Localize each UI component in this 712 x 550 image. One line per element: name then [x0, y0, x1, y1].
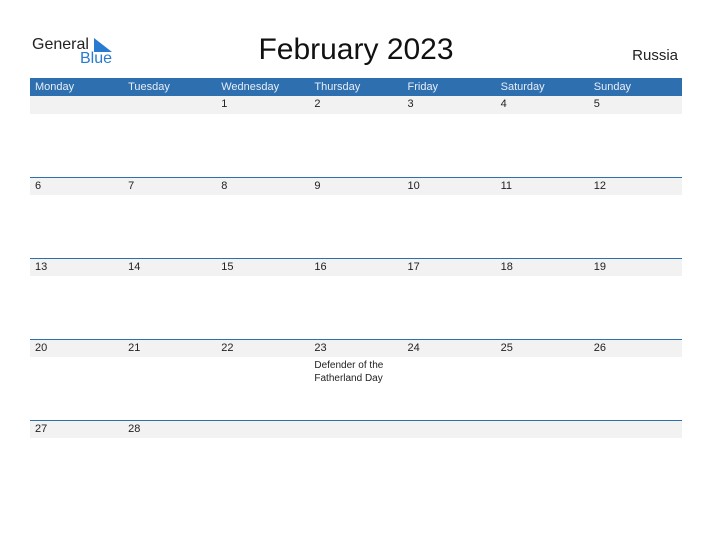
holiday-note — [403, 195, 496, 197]
day-notes-row — [30, 276, 682, 278]
day-notes-row — [30, 195, 682, 197]
day-number: 9 — [314, 180, 321, 192]
holiday-note — [123, 195, 216, 197]
day-number — [309, 421, 402, 438]
day-number: 4 — [500, 98, 507, 110]
day-number: 1 — [221, 98, 228, 110]
day-number: 6 — [35, 180, 42, 192]
day-number-bar: 1 2 3 4 5 — [30, 96, 682, 114]
day-number: 17 — [407, 261, 420, 273]
day-notes-row — [30, 114, 682, 116]
holiday-note — [216, 276, 309, 278]
day-number: 3 — [407, 98, 414, 110]
weekday-saturday: Saturday — [500, 81, 545, 93]
holiday-note — [309, 114, 402, 116]
day-number — [589, 421, 682, 438]
day-number: 7 — [128, 180, 135, 192]
holiday-note — [496, 195, 589, 197]
day-number-bar: 20 21 22 23 24 25 26 — [30, 339, 682, 357]
day-number: 2 — [314, 98, 321, 110]
week-row: 20 21 22 23 24 25 26 Defender of the Fatherland… — [30, 339, 682, 385]
week-row: 1 2 3 4 5 — [30, 96, 682, 116]
day-number: 11 — [500, 180, 513, 192]
page-title: February 2023 — [258, 33, 454, 66]
holiday-note — [589, 438, 682, 440]
day-notes-row: Defender of the Fatherland Day — [30, 357, 682, 385]
holiday-note — [30, 114, 123, 116]
holiday-note — [496, 114, 589, 116]
day-number: 22 — [221, 342, 234, 354]
holiday-note — [403, 276, 496, 278]
holiday-note — [589, 195, 682, 197]
day-number: 10 — [407, 180, 420, 192]
day-number: 24 — [407, 342, 420, 354]
day-number: 27 — [35, 423, 48, 435]
day-number — [403, 421, 496, 438]
holiday-note — [496, 438, 589, 440]
holiday-note — [589, 114, 682, 116]
holiday-note — [309, 438, 402, 440]
holiday-note — [30, 438, 123, 440]
holiday-note — [589, 276, 682, 278]
day-number — [30, 96, 123, 114]
weekday-wednesday: Wednesday — [221, 81, 280, 93]
holiday-note — [403, 114, 496, 116]
weekday-thursday: Thursday — [314, 81, 361, 93]
holiday-note — [216, 438, 309, 440]
day-number-bar: 27 28 — [30, 420, 682, 438]
week-row: 6 7 8 9 10 11 12 — [30, 177, 682, 197]
day-number: 13 — [35, 261, 48, 273]
day-number: 19 — [593, 261, 606, 273]
day-number: 25 — [500, 342, 513, 354]
day-number: 23 — [314, 342, 327, 354]
holiday-note — [216, 114, 309, 116]
day-number: 5 — [593, 98, 600, 110]
holiday-note — [30, 195, 123, 197]
holiday-note — [216, 195, 309, 197]
day-notes-row — [30, 438, 682, 440]
week-row: 27 28 — [30, 420, 682, 440]
day-number: 18 — [500, 261, 513, 273]
day-number: 16 — [314, 261, 327, 273]
day-number: 12 — [593, 180, 606, 192]
holiday-note — [403, 357, 496, 385]
day-number-bar: 6 7 8 9 10 11 12 — [30, 177, 682, 195]
day-number: 20 — [35, 342, 48, 354]
holiday-note — [216, 357, 309, 385]
holiday-note — [123, 114, 216, 116]
day-number — [123, 96, 216, 114]
day-number — [216, 421, 309, 438]
week-row: 13 14 15 16 17 18 19 — [30, 258, 682, 278]
day-number — [496, 421, 589, 438]
day-number: 14 — [128, 261, 141, 273]
country-label: Russia — [632, 47, 678, 64]
holiday-note — [496, 357, 589, 385]
holiday-note — [123, 276, 216, 278]
holiday-note — [30, 357, 123, 385]
holiday-note — [123, 357, 216, 385]
day-number: 15 — [221, 261, 234, 273]
holiday-note — [123, 438, 216, 440]
day-number: 8 — [221, 180, 228, 192]
holiday-note — [309, 195, 402, 197]
day-number-bar: 13 14 15 16 17 18 19 — [30, 258, 682, 276]
holiday-note — [403, 438, 496, 440]
holiday-note — [589, 357, 682, 385]
holiday-note: Defender of the Fatherland Day — [314, 360, 384, 384]
day-number: 26 — [593, 342, 606, 354]
weekday-monday: Monday — [35, 81, 75, 93]
holiday-note — [30, 276, 123, 278]
weekday-header: Monday Tuesday Wednesday Thursday Friday… — [30, 78, 682, 96]
weekday-tuesday: Tuesday — [128, 81, 170, 93]
holiday-note — [309, 276, 402, 278]
day-number: 21 — [128, 342, 141, 354]
holiday-note — [496, 276, 589, 278]
day-number: 28 — [128, 423, 141, 435]
weekday-sunday: Sunday — [593, 81, 632, 93]
weekday-friday: Friday — [407, 81, 439, 93]
